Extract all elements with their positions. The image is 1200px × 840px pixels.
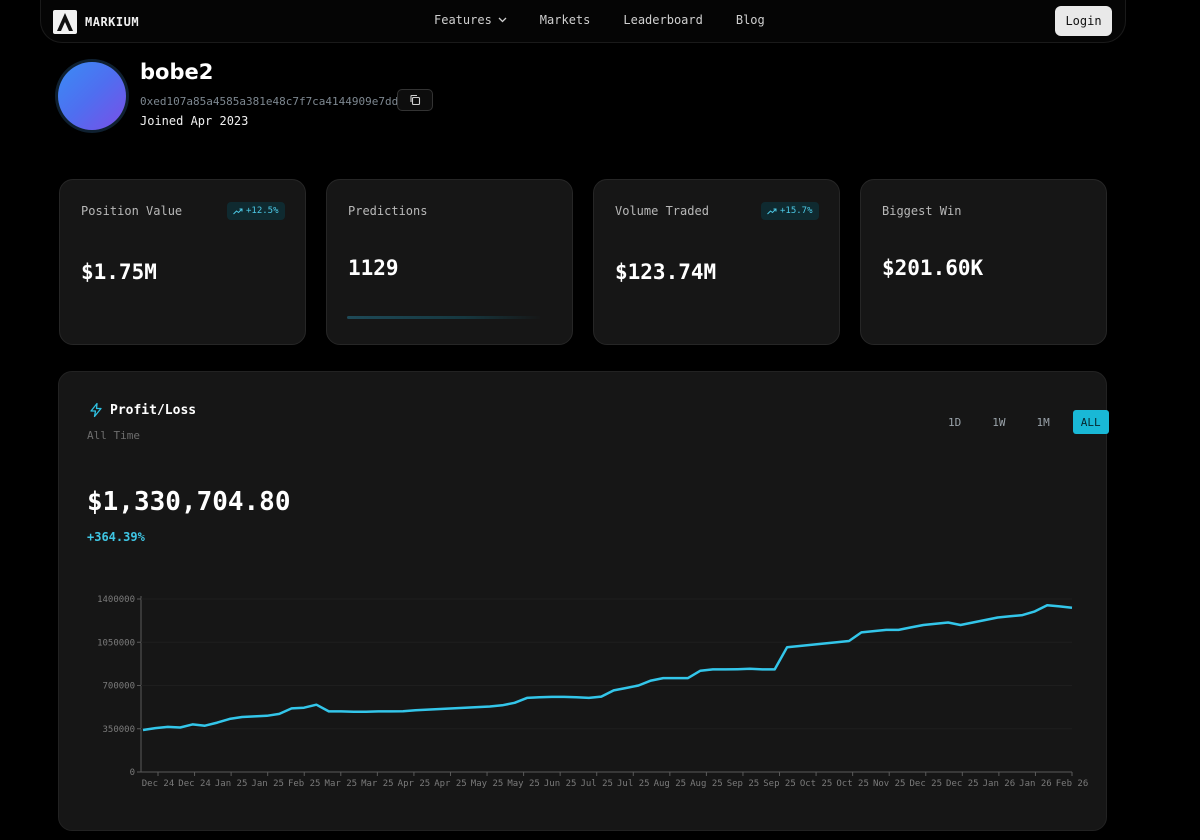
stat-value: $1.75M — [81, 260, 157, 284]
stat-value: $123.74M — [615, 260, 717, 284]
stat-card-volume-traded: Volume Traded +15.7% $123.74M — [593, 179, 840, 345]
profit-loss-panel: Profit/Loss All Time 1D 1W 1M ALL $1,330… — [58, 371, 1109, 831]
trend-badge: +15.7% — [761, 202, 819, 220]
x-tick-label: Jan 26 — [983, 779, 1016, 789]
x-tick-label: Jul 25 — [617, 779, 650, 789]
x-tick-label: May 25 — [507, 779, 540, 789]
stat-label: Predictions — [348, 204, 428, 218]
x-tick-label: Feb 26 — [1056, 779, 1089, 789]
pnl-series-line — [142, 603, 1073, 732]
stat-card-biggest-win: Biggest Win $201.60K — [860, 179, 1107, 345]
x-tick-label: Jul 25 — [580, 779, 613, 789]
nav-blog[interactable]: Blog — [736, 13, 765, 27]
trend-badge: +12.5% — [227, 202, 285, 220]
x-tick-label: Sep 25 — [763, 779, 796, 789]
trending-up-icon — [233, 208, 243, 214]
x-tick-label: Dec 25 — [946, 779, 979, 789]
avatar-image — [58, 62, 126, 130]
x-tick-label: Jan 25 — [251, 779, 284, 789]
x-tick-label: Oct 25 — [800, 779, 833, 789]
stat-label: Position Value — [81, 204, 183, 218]
predictions-progress-bar — [347, 316, 542, 319]
x-tick-label: Jun 25 — [544, 779, 577, 789]
nav-links: Features Markets Leaderboard Blog — [434, 13, 798, 27]
avatar — [55, 59, 129, 133]
x-tick-label: Apr 25 — [398, 779, 431, 789]
pnl-line-chart: 0 350000 700000 1050000 1400000 Dec 24 Dec 24 J… — [97, 595, 1089, 789]
trend-badge-value: +12.5% — [246, 206, 279, 216]
x-tick-label: Nov 25 — [873, 779, 906, 789]
wallet-address: 0xed107a85a4585a381e48c7f7ca4144909e7dd2… — [140, 95, 419, 108]
y-tick-label: 350000 — [102, 725, 135, 735]
x-tick-label: Mar 25 — [325, 779, 358, 789]
chevron-down-icon — [498, 17, 507, 23]
x-tick-label: Dec 24 — [142, 779, 175, 789]
brand-logo-icon — [53, 10, 77, 34]
x-tick-label: Feb 25 — [288, 779, 321, 789]
trend-badge-value: +15.7% — [780, 206, 813, 216]
login-button[interactable]: Login — [1055, 6, 1112, 36]
nav-markets[interactable]: Markets — [540, 13, 591, 27]
stat-card-position-value: Position Value +12.5% $1.75M — [59, 179, 306, 345]
x-tick-label: May 25 — [471, 779, 504, 789]
y-tick-label: 1400000 — [97, 595, 135, 605]
x-tick-label: Aug 25 — [654, 779, 687, 789]
y-tick-label: 0 — [130, 768, 135, 778]
stat-value: 1129 — [348, 256, 399, 280]
x-tick-label: Jan 25 — [215, 779, 248, 789]
x-tick-label: Dec 24 — [178, 779, 211, 789]
stat-card-predictions: Predictions 1129 — [326, 179, 573, 345]
x-tick-label: Apr 25 — [434, 779, 467, 789]
top-nav: MARKIUM Features Markets Leaderboard Blo… — [40, 0, 1126, 43]
stat-label: Biggest Win — [882, 204, 962, 218]
x-tick-label: Jan 26 — [1019, 779, 1052, 789]
copy-address-button[interactable] — [397, 89, 433, 111]
brand[interactable]: MARKIUM — [53, 10, 139, 34]
stat-label: Volume Traded — [615, 204, 709, 218]
y-tick-label: 1050000 — [97, 638, 135, 648]
x-tick-label: Aug 25 — [690, 779, 723, 789]
nav-leaderboard[interactable]: Leaderboard — [623, 13, 702, 27]
stat-value: $201.60K — [882, 256, 984, 280]
copy-icon — [410, 94, 421, 106]
username: bobe2 — [140, 60, 214, 84]
y-tick-label: 700000 — [102, 682, 135, 692]
x-tick-label: Dec 25 — [910, 779, 943, 789]
brand-name: MARKIUM — [85, 15, 140, 29]
nav-features-label: Features — [434, 13, 492, 27]
x-tick-label: Oct 25 — [836, 779, 869, 789]
x-tick-label: Mar 25 — [361, 779, 394, 789]
x-tick-label: Sep 25 — [727, 779, 760, 789]
nav-features[interactable]: Features — [434, 13, 507, 27]
trending-up-icon — [767, 208, 777, 214]
joined-date: Joined Apr 2023 — [140, 114, 249, 128]
